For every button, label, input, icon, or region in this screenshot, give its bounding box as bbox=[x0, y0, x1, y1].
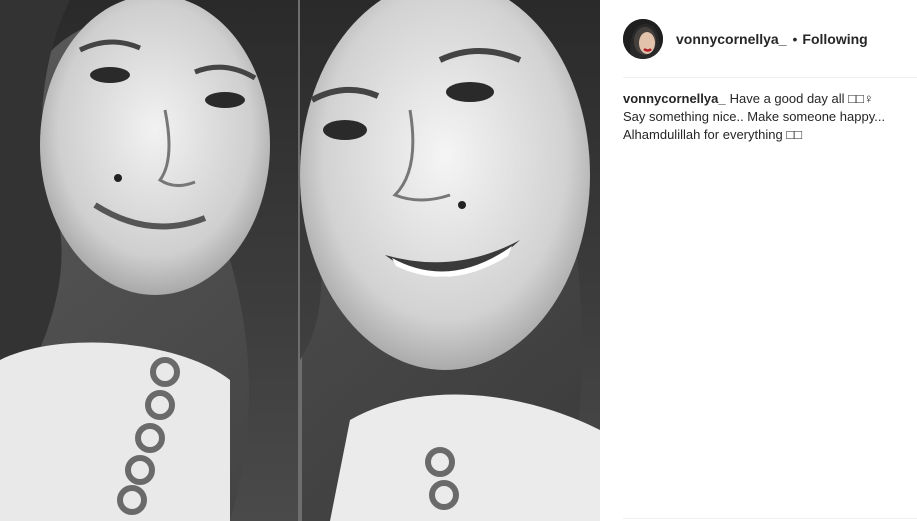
post-photo-image bbox=[0, 0, 600, 521]
header-text: vonnycornellya_ • Following bbox=[676, 31, 868, 47]
username-link[interactable]: vonnycornellya_ bbox=[676, 31, 787, 47]
caption-line-3: Alhamdulillah for everything □□ bbox=[623, 127, 803, 142]
avatar-image bbox=[623, 19, 663, 59]
header-divider bbox=[623, 77, 917, 78]
caption-username-link[interactable]: vonnycornellya_ bbox=[623, 91, 726, 106]
caption-line-2: Say something nice.. Make someone happy.… bbox=[623, 109, 886, 124]
caption-text-1: Have a good day all □□♀ bbox=[729, 91, 874, 106]
post-sidebar: vonnycornellya_ • Following vonnycornell… bbox=[600, 0, 917, 521]
post-caption: vonnycornellya_ Have a good day all □□♀ S… bbox=[623, 90, 913, 144]
separator-dot: • bbox=[792, 31, 798, 47]
post-photo[interactable] bbox=[0, 0, 600, 521]
caption-line-1: vonnycornellya_ Have a good day all □□♀ bbox=[623, 90, 913, 108]
post-header: vonnycornellya_ • Following bbox=[623, 18, 917, 60]
following-button[interactable]: Following bbox=[802, 31, 867, 47]
instagram-post: vonnycornellya_ • Following vonnycornell… bbox=[0, 0, 917, 521]
footer-divider bbox=[623, 518, 917, 519]
profile-avatar[interactable] bbox=[623, 19, 663, 59]
